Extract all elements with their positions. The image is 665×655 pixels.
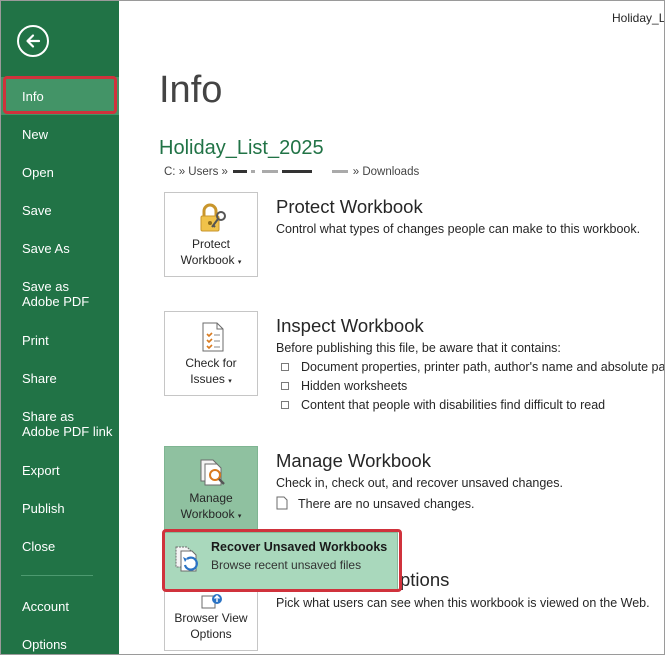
path-redaction <box>262 170 279 174</box>
path-suffix: » Downloads <box>352 166 420 178</box>
sidebar-item-label: Share <box>22 370 57 386</box>
window-file-name: Holiday_L <box>612 11 665 25</box>
protect-button-label-1: Protect <box>191 237 230 251</box>
inspect-document-icon <box>202 322 224 352</box>
sidebar-item-share[interactable]: Share <box>1 359 119 397</box>
sidebar-item-options[interactable]: Options <box>1 625 119 654</box>
protect-workbook-title: Protect Workbook <box>276 196 423 217</box>
browser-view-options-button[interactable]: Browser View Options <box>164 589 258 651</box>
sidebar-item-label: Options <box>22 636 67 652</box>
path-redaction <box>282 170 313 174</box>
sidebar-item-label: Open <box>22 164 54 180</box>
path-redaction <box>251 170 256 174</box>
sidebar-item-share-as-adobe-pdf-link[interactable]: Share as Adobe PDF link <box>1 404 113 444</box>
inspect-workbook-desc: Before publishing this file, be aware th… <box>276 341 561 355</box>
check-for-issues-button[interactable]: Check for Issues ▾ <box>164 311 258 396</box>
back-arrow-icon <box>26 34 41 48</box>
sidebar-item-publish[interactable]: Publish <box>1 489 119 527</box>
inspect-workbook-title: Inspect Workbook <box>276 315 424 336</box>
inspect-bullet: Content that people with disabilities fi… <box>281 398 605 412</box>
sidebar-divider <box>21 575 93 576</box>
bullet-square-icon <box>281 362 289 371</box>
backstage-sidebar: Info New Open Save Save As Save as Adobe… <box>1 1 119 654</box>
protect-button-label-2: Workbook ▾ <box>180 253 242 267</box>
browser-view-icon <box>201 594 222 609</box>
browser-view-title-partial: ptions <box>400 569 450 590</box>
sidebar-item-save-as[interactable]: Save As <box>1 229 119 267</box>
check-issues-label-2: Issues ▾ <box>190 372 232 386</box>
chevron-down-icon: ▾ <box>237 259 242 266</box>
sidebar-item-open[interactable]: Open <box>1 153 119 191</box>
check-issues-label-1: Check for <box>185 356 237 370</box>
bullet-square-icon <box>281 381 289 390</box>
sidebar-item-save[interactable]: Save <box>1 191 119 229</box>
browser-button-label-1: Browser View <box>174 611 248 625</box>
manage-workbook-status: There are no unsaved changes. <box>276 496 475 511</box>
sidebar-item-account[interactable]: Account <box>1 587 119 625</box>
sidebar-item-label: Share as Adobe PDF link <box>22 409 113 439</box>
path-redaction <box>331 170 348 174</box>
sidebar-item-label: Save <box>22 202 52 218</box>
protect-workbook-desc: Control what types of changes people can… <box>276 222 641 236</box>
sidebar-item-print[interactable]: Print <box>1 321 119 359</box>
inspect-bullet: Hidden worksheets <box>281 379 407 393</box>
document-title: Holiday_List_2025 <box>159 137 324 159</box>
backstage-view: Info New Open Save Save As Save as Adobe… <box>0 0 665 655</box>
bullet-square-icon <box>281 400 289 409</box>
protect-workbook-button[interactable]: Protect Workbook ▾ <box>164 192 258 277</box>
sidebar-item-label: Print <box>22 332 49 348</box>
manage-button-label-1: Manage <box>189 491 233 505</box>
manage-workbook-desc: Check in, check out, and recover unsaved… <box>276 476 563 490</box>
path-redaction <box>233 170 248 174</box>
chevron-down-icon: ▾ <box>237 513 242 520</box>
manage-button-label-2: Workbook ▾ <box>180 507 242 521</box>
lock-key-icon <box>200 203 226 232</box>
inspect-bullet: Document properties, printer path, autho… <box>281 360 664 374</box>
recover-highlight-box <box>162 529 402 592</box>
sidebar-item-close[interactable]: Close <box>1 527 119 565</box>
sidebar-item-label: Save as Adobe PDF <box>22 279 90 309</box>
back-button[interactable] <box>17 25 49 57</box>
manage-workbook-title: Manage Workbook <box>276 450 431 471</box>
file-path: C: » Users » » Downloads <box>164 166 419 178</box>
manage-workbook-button[interactable]: Manage Workbook ▾ <box>164 446 258 531</box>
sidebar-item-label: Close <box>22 538 56 554</box>
manage-documents-icon <box>200 459 225 486</box>
browser-view-desc: Pick what users can see when this workbo… <box>276 596 650 610</box>
sidebar-item-label: Save As <box>22 240 70 256</box>
sidebar-item-label: New <box>22 126 49 142</box>
chevron-down-icon: ▾ <box>228 378 232 385</box>
sidebar-item-label: Account <box>22 598 69 614</box>
sidebar-item-label: Publish <box>22 500 65 516</box>
path-prefix: C: » Users » <box>164 166 228 178</box>
document-icon <box>276 496 288 510</box>
sidebar-item-label: Export <box>22 462 60 478</box>
sidebar-item-new[interactable]: New <box>1 115 119 153</box>
sidebar-item-export[interactable]: Export <box>1 451 119 489</box>
browser-button-label-2: Options <box>190 627 232 641</box>
info-highlight-box <box>3 76 117 114</box>
sidebar-item-save-as-adobe-pdf[interactable]: Save as Adobe PDF <box>1 274 109 314</box>
page-title: Info <box>159 69 223 111</box>
